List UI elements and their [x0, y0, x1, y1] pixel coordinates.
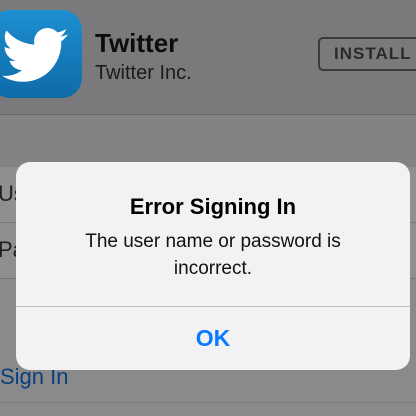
app-header-row: Twitter Twitter Inc. INSTALL [0, 0, 416, 115]
alert-title: Error Signing In [129, 194, 297, 219]
section-gap [0, 115, 416, 167]
app-company: Twitter Inc. [95, 62, 192, 84]
twitter-bird-icon [2, 28, 68, 82]
app-name: Twitter [95, 28, 179, 58]
divider [0, 402, 416, 403]
error-alert-dialog: Error Signing In The user name or passwo… [16, 162, 410, 370]
twitter-app-icon [0, 10, 82, 98]
install-button[interactable]: INSTALL [318, 37, 416, 71]
ok-button[interactable]: OK [16, 307, 410, 370]
alert-message: The user name or password is incorrect. [85, 231, 341, 279]
